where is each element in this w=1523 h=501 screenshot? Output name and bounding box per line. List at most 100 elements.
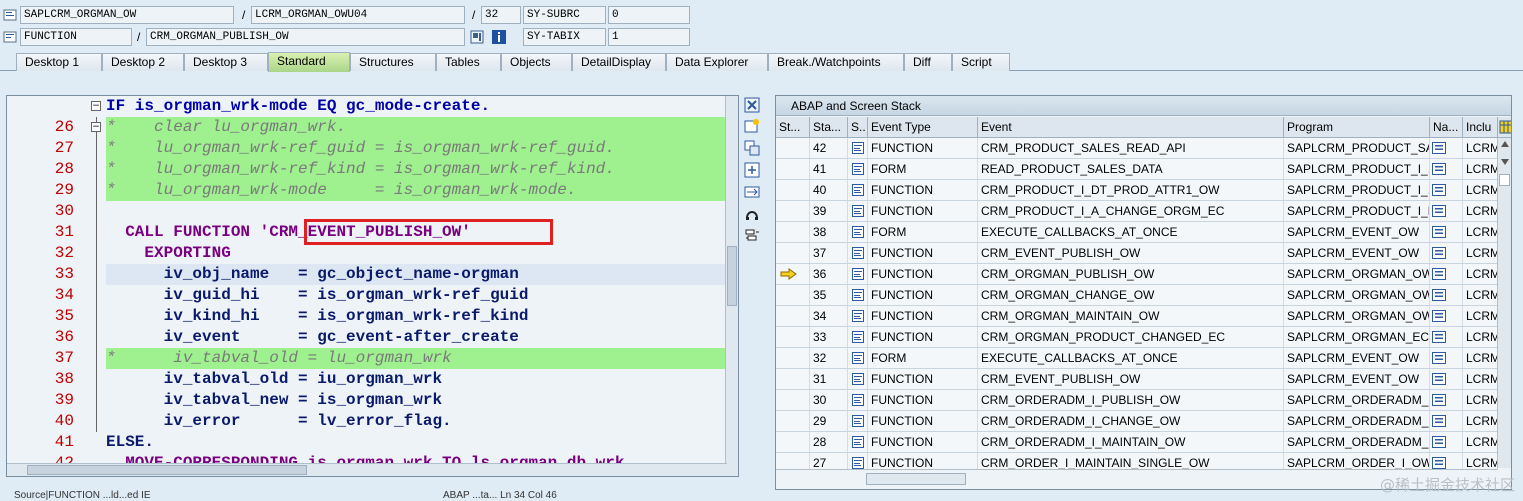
source-code-editor[interactable]: 26 − IF is_orgman_wrk-mode EQ gc_mode-cr…	[6, 95, 739, 477]
col-header-sta[interactable]: Sta...	[810, 117, 848, 138]
navigate-icon[interactable]	[1432, 226, 1446, 238]
navigate-icon[interactable]	[1432, 394, 1446, 406]
code-line[interactable]: 42 ELSE.	[7, 432, 727, 472]
include-field[interactable]: LCRM_ORGMAN_OWU04	[251, 6, 465, 24]
stack-table-row[interactable]: 36 FUNCTION CRM_ORGMAN_PUBLISH_OW SAPLCRM_O…	[776, 264, 1498, 285]
code-line[interactable]: 28 * lu_orgman_wrk-ref_guid = is_orgman_…	[7, 138, 727, 178]
close-icon[interactable]	[744, 97, 760, 113]
stack-table-row[interactable]: 39 FUNCTION CRM_PRODUCT_I_A_CHANGE_ORGM_EC…	[776, 201, 1498, 222]
scroll-down-icon[interactable]	[1500, 158, 1510, 166]
code-line[interactable]: 40 iv_tabval_new = is_orgman_wrk	[7, 390, 727, 430]
source-doc-icon[interactable]	[852, 415, 864, 427]
navigate-icon[interactable]	[1432, 331, 1446, 343]
code-line[interactable]: 38 * iv_tabval_old = lu_orgman_wrk	[7, 348, 727, 388]
col-header-st[interactable]: St...	[776, 117, 810, 138]
source-doc-icon[interactable]	[852, 163, 864, 175]
stack-table-row[interactable]: 33 FUNCTION CRM_ORGMAN_PRODUCT_CHANGED_EC S…	[776, 327, 1498, 348]
source-doc-icon[interactable]	[852, 289, 864, 301]
editor-vertical-scrollbar[interactable]	[725, 96, 738, 476]
tab-tables[interactable]: Tables	[436, 53, 501, 71]
navigate-icon[interactable]	[1432, 436, 1446, 448]
tab-structures[interactable]: Structures	[350, 53, 436, 71]
source-doc-icon[interactable]	[852, 268, 864, 280]
replace-tool-icon[interactable]	[744, 140, 760, 156]
stack-table-row[interactable]: 28 FUNCTION CRM_ORDERADM_I_MAINTAIN_OW SAPL…	[776, 432, 1498, 453]
stack-vertical-scrollbar[interactable]	[1497, 138, 1511, 468]
source-doc-icon[interactable]	[852, 310, 864, 322]
stack-table-row[interactable]: 41 FORM READ_PRODUCT_SALES_DATA SAPLCRM_PRO…	[776, 159, 1498, 180]
tab-break-watchpoints[interactable]: Break./Watchpoints	[768, 53, 904, 71]
col-header-event[interactable]: Event	[978, 117, 1284, 138]
navigate-icon[interactable]	[1432, 142, 1446, 154]
col-header-na[interactable]: Na...	[1430, 117, 1463, 138]
sysvar2-value[interactable]: 1	[608, 28, 690, 46]
code-line[interactable]: 41 iv_error = lv_error_flag.	[7, 411, 727, 451]
display-source-icon[interactable]	[470, 30, 484, 44]
swap-icon[interactable]	[744, 184, 760, 200]
stack-table-row[interactable]: 37 FUNCTION CRM_EVENT_PUBLISH_OW SAPLCRM_EV…	[776, 243, 1498, 264]
maximize-icon[interactable]	[744, 162, 760, 178]
tab-desktop-1[interactable]: Desktop 1	[16, 53, 102, 71]
navigate-icon[interactable]	[1432, 205, 1446, 217]
code-line[interactable]: 29 * lu_orgman_wrk-ref_kind = is_orgman_…	[7, 159, 727, 199]
source-doc-icon[interactable]	[852, 457, 864, 469]
tab-standard[interactable]: Standard	[268, 52, 350, 72]
stack-table-row[interactable]: 40 FUNCTION CRM_PRODUCT_I_DT_PROD_ATTR1_OW…	[776, 180, 1498, 201]
code-line[interactable]: 39 iv_tabval_old = iu_orgman_wrk	[7, 369, 727, 409]
tab-desktop-3[interactable]: Desktop 3	[184, 53, 268, 71]
stack-table-row[interactable]: 29 FUNCTION CRM_ORDERADM_I_CHANGE_OW SAPLCR…	[776, 411, 1498, 432]
stack-table-row[interactable]: 35 FUNCTION CRM_ORGMAN_CHANGE_OW SAPLCRM_OR…	[776, 285, 1498, 306]
scroll-thumb[interactable]	[1499, 174, 1510, 186]
stack-table-row[interactable]: 32 FORM EXECUTE_CALLBACKS_AT_ONCE SAPLCRM_E…	[776, 348, 1498, 369]
col-header-program[interactable]: Program	[1284, 117, 1430, 138]
code-line[interactable]: 32 CALL FUNCTION 'CRM_EVENT_PUBLISH_OW'	[7, 219, 727, 262]
fold-toggle-icon[interactable]: −	[91, 122, 101, 132]
code-line[interactable]: 33 EXPORTING	[7, 243, 727, 283]
tab-diff[interactable]: Diff	[904, 53, 952, 71]
navigate-icon[interactable]	[1432, 310, 1446, 322]
code-line[interactable]: 26 − IF is_orgman_wrk-mode EQ gc_mode-cr…	[7, 96, 727, 136]
navigate-icon[interactable]	[1432, 457, 1446, 469]
source-doc-icon[interactable]	[852, 184, 864, 196]
editor-horizontal-scrollbar[interactable]	[7, 463, 727, 476]
configure-icon[interactable]	[744, 228, 760, 244]
source-doc-icon[interactable]	[852, 394, 864, 406]
navigate-icon[interactable]	[1432, 373, 1446, 385]
tab-script[interactable]: Script	[952, 53, 1010, 71]
code-line[interactable]: 36 iv_kind_hi = is_orgman_wrk-ref_kind	[7, 306, 727, 346]
col-header-s[interactable]: S..	[848, 117, 868, 138]
navigate-icon[interactable]	[1432, 184, 1446, 196]
navigate-icon[interactable]	[1432, 352, 1446, 364]
line-field[interactable]: 32	[481, 6, 521, 24]
tab-data-explorer[interactable]: Data Explorer	[666, 53, 768, 71]
navigate-icon[interactable]	[1432, 289, 1446, 301]
stack-table-row[interactable]: 38 FORM EXECUTE_CALLBACKS_AT_ONCE SAPLCRM_E…	[776, 222, 1498, 243]
scroll-up-icon[interactable]	[1500, 140, 1510, 148]
scroll-thumb[interactable]	[866, 473, 966, 485]
new-tool-icon[interactable]	[744, 118, 760, 134]
code-line[interactable]: 30 * lu_orgman_wrk-mode = is_orgman_wrk-…	[7, 180, 727, 220]
col-header-event-type[interactable]: Event Type	[868, 117, 978, 138]
navigate-icon[interactable]	[1432, 268, 1446, 280]
source-doc-icon[interactable]	[852, 436, 864, 448]
stack-table-row[interactable]: 31 FUNCTION CRM_EVENT_PUBLISH_OW SAPLCRM_EV…	[776, 369, 1498, 390]
col-header-inclu[interactable]: Inclu	[1463, 117, 1498, 138]
source-doc-icon[interactable]	[852, 373, 864, 385]
source-doc-icon[interactable]	[852, 247, 864, 259]
code-line[interactable]: 27 − * clear lu_orgman_wrk.	[7, 117, 727, 157]
source-doc-icon[interactable]	[852, 142, 864, 154]
program-field[interactable]: SAPLCRM_ORGMAN_OW	[20, 6, 234, 24]
stack-table-row[interactable]: 30 FUNCTION CRM_ORDERADM_I_PUBLISH_OW SAPLC…	[776, 390, 1498, 411]
code-line[interactable]: 34 iv_obj_name = gc_object_name-orgman	[7, 264, 727, 304]
code-line[interactable]: 37 iv_event = gc_event-after_create	[7, 327, 727, 367]
source-doc-icon[interactable]	[852, 205, 864, 217]
navigate-icon[interactable]	[1432, 415, 1446, 427]
source-doc-icon[interactable]	[852, 352, 864, 364]
services-icon[interactable]	[744, 206, 760, 222]
column-layout-icon[interactable]	[1499, 120, 1512, 134]
source-doc-icon[interactable]	[852, 331, 864, 343]
tab-desktop-2[interactable]: Desktop 2	[102, 53, 184, 71]
event-type-field[interactable]: FUNCTION	[20, 28, 132, 46]
source-doc-icon[interactable]	[852, 226, 864, 238]
tab-detail-display[interactable]: DetailDisplay	[572, 53, 666, 71]
